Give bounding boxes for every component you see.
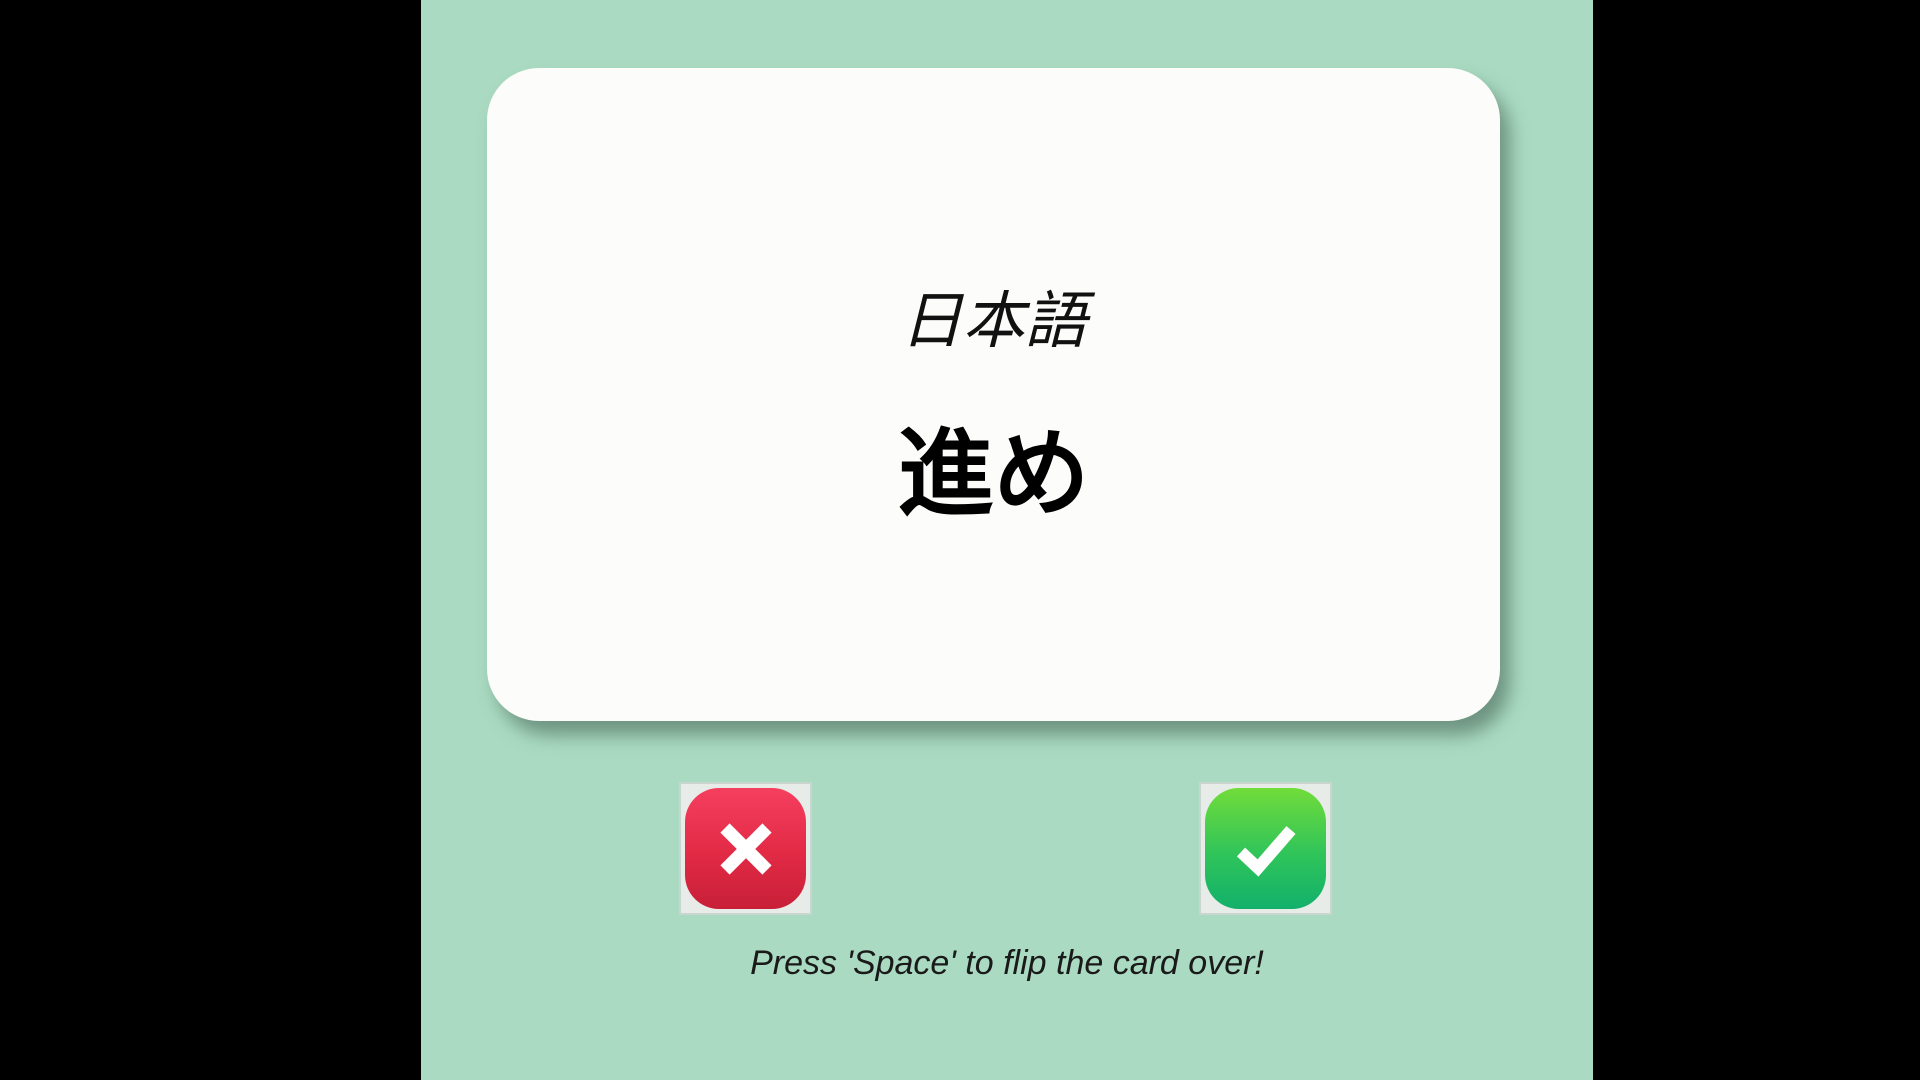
flip-hint-text: Press 'Space' to flip the card over!: [750, 944, 1264, 982]
close-icon: [719, 822, 772, 875]
card-word: 進め: [897, 418, 1090, 530]
flashcard[interactable]: 日本語 進め: [487, 68, 1500, 721]
wrong-button-face: [685, 788, 806, 909]
card-language-label: 日本語: [900, 284, 1087, 357]
wrong-button[interactable]: [679, 782, 812, 915]
correct-button-face: [1205, 788, 1326, 909]
flashcard-stage: 日本語 進め Press 'Space' to flip the card ov…: [421, 0, 1593, 1080]
checkmark-icon: [1236, 825, 1296, 877]
correct-button[interactable]: [1199, 782, 1332, 915]
